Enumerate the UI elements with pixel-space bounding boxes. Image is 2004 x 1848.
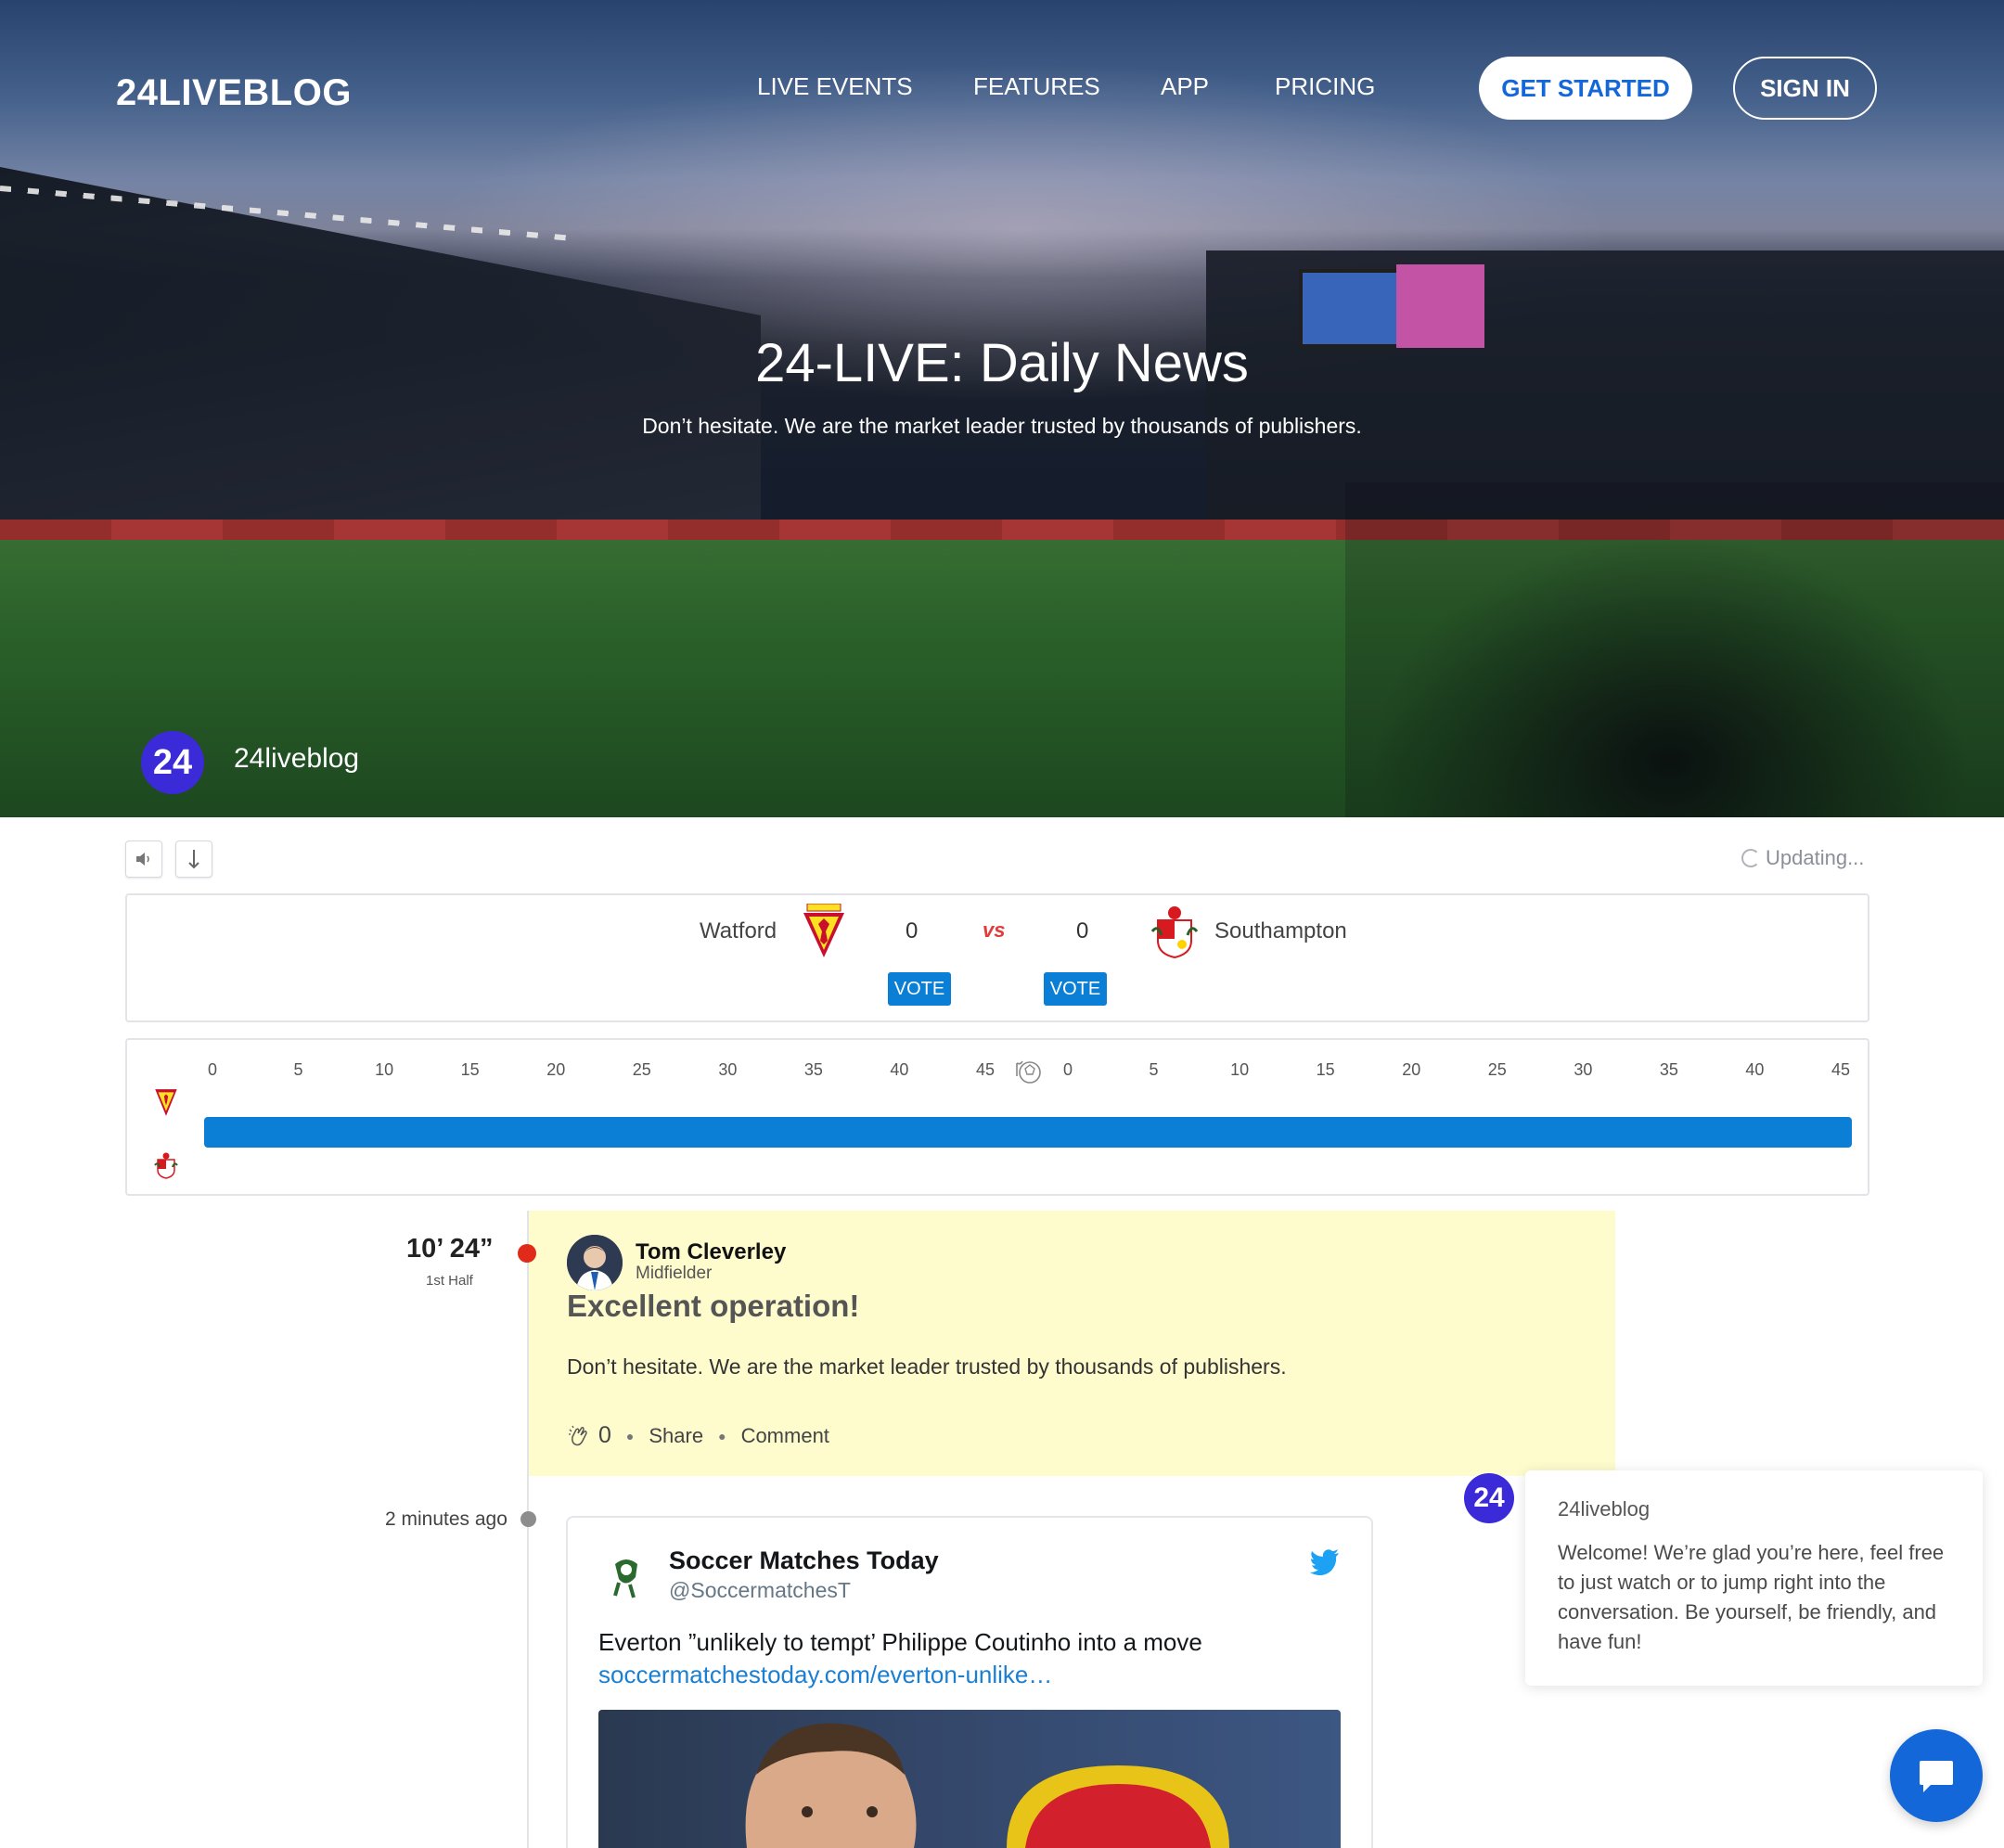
clap-count: 0 — [598, 1422, 611, 1448]
site-logo[interactable]: 24LIVEBLOG — [116, 72, 352, 114]
chat-sender-name: 24liveblog — [1558, 1497, 1651, 1521]
sign-in-button[interactable]: SIGN IN — [1733, 57, 1877, 120]
nav-live-events[interactable]: LIVE EVENTS — [757, 72, 913, 101]
update-status: Updating... — [1741, 846, 1864, 870]
post-title: Excellent operation! — [567, 1289, 860, 1323]
chat-welcome-message: Welcome! We’re glad you’re here, feel fr… — [1558, 1541, 1945, 1653]
first-half-tick: 0 — [207, 1060, 218, 1079]
sound-toggle-button[interactable] — [125, 841, 162, 878]
update-status-text: Updating... — [1766, 846, 1865, 869]
author-role: Midfielder — [636, 1264, 713, 1283]
author-name[interactable]: Tom Cleverley — [636, 1239, 786, 1265]
nav-app[interactable]: APP — [1161, 72, 1209, 101]
second-half-tick: 30 — [1574, 1060, 1593, 1079]
chat-launcher-button[interactable] — [1890, 1729, 1983, 1822]
first-half-tick: 20 — [546, 1060, 566, 1079]
post-timestamp: 2 minutes ago — [385, 1508, 507, 1530]
tweet-author-handle[interactable]: @SoccermatchesT — [669, 1578, 851, 1603]
arrow-down-icon — [188, 850, 199, 869]
watford-crest-icon — [803, 904, 844, 957]
timeline-southampton-crest-icon — [154, 1152, 178, 1179]
second-half-tick: 15 — [1316, 1060, 1335, 1079]
versus-label: vs — [983, 918, 1006, 942]
blog-name[interactable]: 24liveblog — [234, 743, 359, 775]
tweet-account-avatar[interactable] — [598, 1547, 654, 1603]
second-half-tick: 20 — [1402, 1060, 1421, 1079]
author-avatar[interactable] — [567, 1235, 623, 1290]
post-match-period: 1st Half — [426, 1273, 473, 1289]
second-half-tick: 0 — [1062, 1060, 1073, 1079]
second-half-tick: 40 — [1745, 1060, 1765, 1079]
sort-order-button[interactable] — [175, 841, 212, 878]
timeline-dot-highlight — [518, 1244, 536, 1263]
nav-features[interactable]: FEATURES — [973, 72, 1100, 101]
nav-pricing[interactable]: PRICING — [1275, 72, 1375, 101]
twitter-icon[interactable] — [1310, 1549, 1340, 1575]
hero-banner — [0, 0, 2004, 817]
second-half-tick: 10 — [1230, 1060, 1250, 1079]
tweet-link[interactable]: soccermatchestoday.com/everton-unlike… — [598, 1661, 1052, 1689]
southampton-crest-icon — [1150, 906, 1199, 959]
clap-icon[interactable] — [567, 1424, 591, 1448]
page-title: 24-LIVE: Daily News — [755, 333, 1249, 393]
chat-bot-avatar: 24 — [1464, 1473, 1514, 1523]
tweet-image[interactable] — [598, 1710, 1341, 1848]
second-half-tick: 35 — [1659, 1060, 1678, 1079]
tweet-text: Everton ”unlikely to tempt’ Philippe Cou… — [598, 1628, 1202, 1656]
chat-bubble-icon — [1920, 1761, 1953, 1792]
vote-home-button[interactable]: VOTE — [888, 972, 951, 1006]
away-team-name: Southampton — [1214, 918, 1347, 943]
get-started-button[interactable]: GET STARTED — [1479, 57, 1692, 120]
share-link[interactable]: Share — [649, 1424, 703, 1448]
first-half-tick: 30 — [718, 1060, 738, 1079]
post-match-time: 10’ 24” — [406, 1234, 494, 1264]
match-scoreboard — [125, 893, 1869, 1022]
first-half-tick: 5 — [293, 1060, 303, 1079]
first-half-tick: 25 — [632, 1060, 651, 1079]
post-body: Don’t hesitate. We are the market leader… — [567, 1354, 1287, 1379]
first-half-tick: 35 — [803, 1060, 823, 1079]
first-half-tick: 45 — [975, 1060, 996, 1079]
author-photo — [567, 1235, 623, 1290]
tweet-photo — [745, 1723, 1229, 1848]
timeline-progress-bar — [204, 1117, 1852, 1148]
tweet-author-name[interactable]: Soccer Matches Today — [669, 1546, 939, 1575]
speaker-icon — [136, 853, 149, 866]
first-half-tick: 15 — [460, 1060, 480, 1079]
home-score: 0 — [906, 918, 918, 943]
home-team-name: Watford — [700, 918, 777, 943]
second-half-tick: 45 — [1831, 1060, 1851, 1079]
second-half-tick: 5 — [1149, 1060, 1159, 1079]
page-subtitle: Don’t hesitate. We are the market leader… — [642, 414, 1362, 438]
loading-spinner-icon — [1741, 849, 1760, 867]
first-half-tick: 10 — [375, 1060, 394, 1079]
second-half-tick: 25 — [1487, 1060, 1507, 1079]
comment-link[interactable]: Comment — [741, 1424, 829, 1448]
halftime-ball-icon — [1016, 1060, 1041, 1084]
blog-avatar[interactable]: 24 — [141, 731, 204, 794]
vote-away-button[interactable]: VOTE — [1044, 972, 1107, 1006]
first-half-tick: 40 — [890, 1060, 909, 1079]
timeline-watford-crest-icon — [155, 1089, 177, 1116]
away-score: 0 — [1076, 918, 1089, 943]
post-actions: 0 ● Share ● Comment — [567, 1422, 829, 1449]
timeline-dot — [520, 1511, 536, 1527]
